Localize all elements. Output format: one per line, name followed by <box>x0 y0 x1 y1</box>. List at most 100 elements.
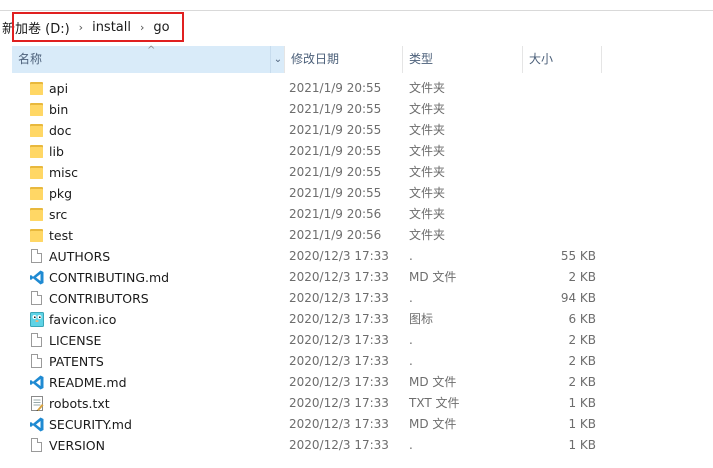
file-row[interactable]: CONTRIBUTORS 2020/12/3 17:33. 94 KB <box>12 288 713 309</box>
file-modified-date: 2021/1/9 20:56 <box>289 207 382 221</box>
file-name: bin <box>49 102 69 117</box>
file-type: 图标 <box>409 312 434 326</box>
vscode-file-icon <box>30 270 44 285</box>
address-bar-border <box>0 10 713 11</box>
file-name: LICENSE <box>49 333 102 348</box>
file-row[interactable]: pkg 2021/1/9 20:55 文件夹 <box>12 183 713 204</box>
file-name: doc <box>49 123 72 138</box>
file-name: favicon.ico <box>49 312 117 327</box>
file-icon <box>30 333 44 348</box>
column-header-type[interactable]: 类型 <box>402 46 522 73</box>
file-row[interactable]: lib 2021/1/9 20:55 文件夹 <box>12 141 713 162</box>
annotation-highlight-box <box>12 12 184 42</box>
file-type: MD 文件 <box>409 375 457 389</box>
file-row[interactable]: AUTHORS 2020/12/3 17:33. 55 KB <box>12 246 713 267</box>
folder-icon <box>30 165 44 180</box>
address-bar[interactable]: 新加卷 (D:) › install › go <box>0 0 713 42</box>
file-modified-date: 2021/1/9 20:55 <box>289 186 382 200</box>
file-type: 文件夹 <box>409 186 446 200</box>
file-modified-date: 2020/12/3 17:33 <box>289 375 389 389</box>
file-modified-date: 2020/12/3 17:33 <box>289 417 389 431</box>
file-size: 1 KB <box>568 396 596 410</box>
file-type: 文件夹 <box>409 165 446 179</box>
file-type: MD 文件 <box>409 417 457 431</box>
file-size: 55 KB <box>560 249 596 263</box>
file-name: README.md <box>49 375 127 390</box>
gopher-icon <box>30 312 44 327</box>
file-type: 文件夹 <box>409 228 446 242</box>
column-header-date[interactable]: 修改日期 <box>284 46 402 73</box>
column-header-name[interactable]: 名称 ^ ⌄ <box>12 45 285 73</box>
folder-icon <box>30 81 44 96</box>
file-size: 2 KB <box>568 354 596 368</box>
file-modified-date: 2020/12/3 17:33 <box>289 270 389 284</box>
file-name: test <box>49 228 74 243</box>
folder-icon <box>30 102 44 117</box>
folder-icon <box>30 144 44 159</box>
file-type: TXT 文件 <box>409 396 460 410</box>
file-modified-date: 2021/1/9 20:55 <box>289 165 382 179</box>
file-row[interactable]: robots.txt 2020/12/3 17:33 TXT 文件 1 KB <box>12 393 713 414</box>
file-name: src <box>49 207 68 222</box>
file-type: 文件夹 <box>409 207 446 221</box>
file-type: . <box>409 333 413 347</box>
file-row[interactable]: test 2021/1/9 20:56 文件夹 <box>12 225 713 246</box>
folder-icon <box>30 186 44 201</box>
file-type: 文件夹 <box>409 123 446 137</box>
file-modified-date: 2020/12/3 17:33 <box>289 333 389 347</box>
file-row[interactable]: api 2021/1/9 20:55 文件夹 <box>12 78 713 99</box>
file-row[interactable]: doc 2021/1/9 20:55 文件夹 <box>12 120 713 141</box>
file-modified-date: 2020/12/3 17:33 <box>289 291 389 305</box>
file-type: 文件夹 <box>409 102 446 116</box>
folder-icon <box>30 228 44 243</box>
file-size: 2 KB <box>568 270 596 284</box>
file-modified-date: 2021/1/9 20:55 <box>289 81 382 95</box>
file-name: lib <box>49 144 64 159</box>
sort-ascending-icon: ^ <box>147 45 156 56</box>
file-modified-date: 2020/12/3 17:33 <box>289 249 389 263</box>
file-type: 文件夹 <box>409 144 446 158</box>
file-modified-date: 2021/1/9 20:55 <box>289 123 382 137</box>
file-row[interactable]: SECURITY.md 2020/12/3 17:33 MD 文件 1 KB <box>12 414 713 435</box>
file-type: . <box>409 249 413 263</box>
file-row[interactable]: bin 2021/1/9 20:55 文件夹 <box>12 99 713 120</box>
file-size: 2 KB <box>568 375 596 389</box>
column-name-label: 名称 <box>18 52 43 66</box>
file-name: AUTHORS <box>49 249 111 264</box>
file-row[interactable]: README.md 2020/12/3 17:33 MD 文件 2 KB <box>12 372 713 393</box>
file-type: 文件夹 <box>409 81 446 95</box>
file-modified-date: 2020/12/3 17:33 <box>289 438 389 452</box>
file-row[interactable]: CONTRIBUTING.md 2020/12/3 17:33 MD 文件 2 KB <box>12 267 713 288</box>
file-icon <box>30 438 44 453</box>
file-icon <box>30 291 44 306</box>
vscode-file-icon <box>30 417 44 432</box>
vscode-file-icon <box>30 375 44 390</box>
file-row[interactable]: PATENTS 2020/12/3 17:33. 2 KB <box>12 351 713 372</box>
file-modified-date: 2021/1/9 20:56 <box>289 228 382 242</box>
file-row[interactable]: LICENSE 2020/12/3 17:33. 2 KB <box>12 330 713 351</box>
file-name: pkg <box>49 186 73 201</box>
file-modified-date: 2020/12/3 17:33 <box>289 396 389 410</box>
file-size: 6 KB <box>568 312 596 326</box>
chevron-down-icon[interactable]: ⌄ <box>270 46 285 73</box>
file-modified-date: 2020/12/3 17:33 <box>289 312 389 326</box>
file-name: CONTRIBUTORS <box>49 291 149 306</box>
file-row[interactable]: misc 2021/1/9 20:55 文件夹 <box>12 162 713 183</box>
file-modified-date: 2020/12/3 17:33 <box>289 354 389 368</box>
text-file-icon <box>30 396 44 411</box>
file-modified-date: 2021/1/9 20:55 <box>289 144 382 158</box>
file-type: . <box>409 438 413 452</box>
file-type: . <box>409 354 413 368</box>
file-row[interactable]: VERSION 2020/12/3 17:33. 1 KB <box>12 435 713 456</box>
file-name: VERSION <box>49 438 105 453</box>
file-size: 2 KB <box>568 333 596 347</box>
column-header-size[interactable]: 大小 <box>522 46 602 73</box>
file-row[interactable]: favicon.ico 2020/12/3 17:33 图标 6 KB <box>12 309 713 330</box>
file-name: api <box>49 81 69 96</box>
file-icon <box>30 354 44 369</box>
file-size: 94 KB <box>560 291 596 305</box>
folder-icon <box>30 123 44 138</box>
file-name: PATENTS <box>49 354 104 369</box>
file-type: . <box>409 291 413 305</box>
file-row[interactable]: src 2021/1/9 20:56 文件夹 <box>12 204 713 225</box>
